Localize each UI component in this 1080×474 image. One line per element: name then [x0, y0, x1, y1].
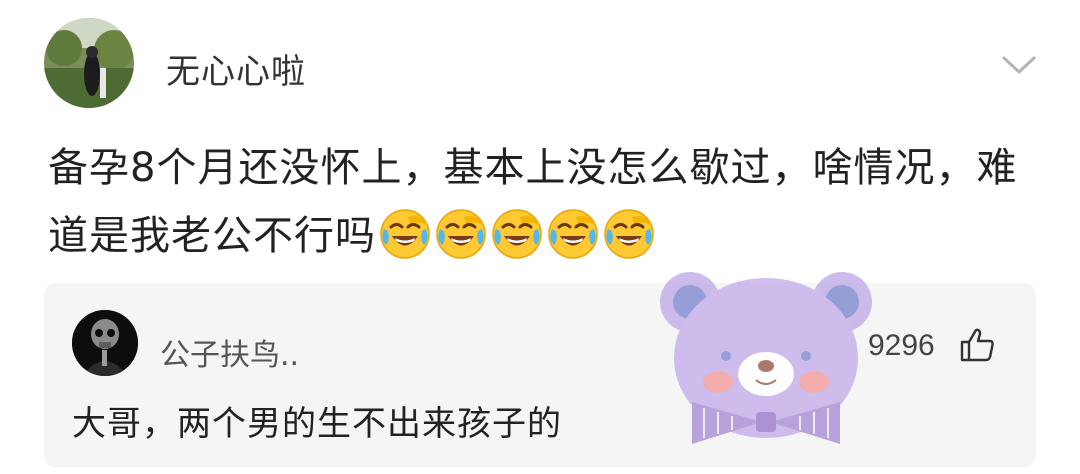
emoji-row — [376, 209, 656, 259]
laugh-cry-emoji — [548, 209, 598, 259]
skull-avatar-image — [72, 310, 138, 376]
chevron-down-icon[interactable] — [1000, 50, 1038, 78]
laugh-cry-emoji — [492, 209, 542, 259]
thumbs-up-icon[interactable] — [958, 326, 996, 364]
laugh-cry-emoji — [380, 209, 430, 259]
commenter-username[interactable]: 公子扶鸟.. — [160, 330, 299, 374]
commenter-avatar[interactable] — [72, 310, 138, 376]
post-body: 备孕8个月还没怀上，基本上没怎么歇过，啥情况，难道是我老公不行吗 — [48, 134, 1048, 270]
comment-text: 大哥，两个男的生不出来孩子的 — [72, 404, 562, 444]
poster-username[interactable]: 无心心啦 — [166, 44, 306, 93]
poster-avatar[interactable] — [44, 18, 134, 108]
bear-sticker-icon — [660, 272, 872, 444]
laugh-cry-emoji — [436, 209, 486, 259]
avatar-photo — [44, 18, 134, 108]
laugh-cry-emoji — [604, 209, 654, 259]
